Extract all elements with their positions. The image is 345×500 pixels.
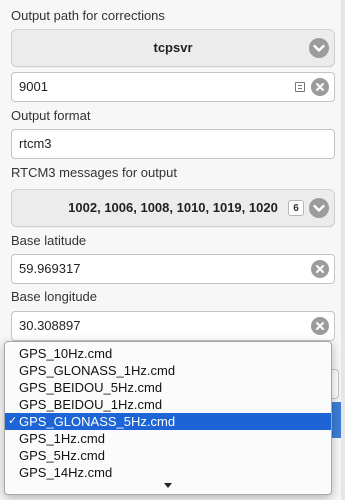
option-label: GPS_BEIDOU_1Hz.cmd: [19, 397, 163, 412]
chevron-down-icon: [309, 38, 329, 58]
clear-icon[interactable]: [311, 317, 329, 335]
scroll-down-arrow-icon[interactable]: [164, 483, 172, 488]
list-icon[interactable]: [295, 82, 305, 92]
rtcm3-messages-label: RTCM3 messages for output: [11, 165, 177, 180]
option-label: GPS_GLONASS_1Hz.cmd: [19, 363, 176, 378]
output-format-label: Output format: [11, 108, 91, 123]
rtcm3-messages-value: 1002, 1006, 1008, 1010, 1019, 1020: [68, 200, 278, 215]
dropdown-option[interactable]: GPS_5Hz.cmd: [5, 447, 331, 464]
option-label: GPS_BEIDOU_5Hz.cmd: [19, 380, 163, 395]
option-label: GPS_5Hz.cmd: [19, 448, 105, 463]
dropdown-option[interactable]: GPS_1Hz.cmd: [5, 430, 331, 447]
output-path-value: tcpsvr: [153, 40, 193, 55]
chevron-down-icon: [309, 198, 329, 218]
base-longitude-field[interactable]: 30.308897: [11, 311, 335, 341]
base-latitude-field[interactable]: 59.969317: [11, 254, 335, 284]
dropdown-option[interactable]: GPS_BEIDOU_1Hz.cmd: [5, 396, 331, 413]
option-label: GPS_10Hz.cmd: [19, 346, 113, 361]
option-label: GPS_14Hz.cmd: [19, 465, 113, 480]
rtcm3-messages-select[interactable]: 1002, 1006, 1008, 1010, 1019, 1020 6: [11, 189, 335, 227]
port-value: 9001: [19, 79, 48, 94]
output-format-field[interactable]: rtcm3: [11, 129, 335, 159]
clear-icon[interactable]: [311, 78, 329, 96]
base-latitude-label: Base latitude: [11, 233, 87, 248]
port-field[interactable]: 9001: [11, 72, 335, 102]
base-longitude-label: Base longitude: [11, 289, 98, 304]
clear-icon[interactable]: [311, 260, 329, 278]
dropdown-option[interactable]: GPS_BEIDOU_5Hz.cmd: [5, 379, 331, 396]
selected-count-badge: 6: [288, 200, 304, 216]
dropdown-option[interactable]: GPS_14Hz.cmd: [5, 464, 331, 481]
base-longitude-value: 30.308897: [19, 318, 81, 333]
output-path-select[interactable]: tcpsvr: [11, 29, 335, 67]
dropdown-option[interactable]: GPS_GLONASS_1Hz.cmd: [5, 362, 331, 379]
dropdown-option-selected[interactable]: ✓ GPS_GLONASS_5Hz.cmd: [5, 413, 331, 430]
page-scrollbar[interactable]: [341, 0, 345, 500]
output-path-label: Output path for corrections: [11, 8, 165, 23]
option-label: GPS_1Hz.cmd: [19, 431, 105, 446]
output-format-value: rtcm3: [19, 136, 52, 151]
config-file-dropdown[interactable]: GPS_10Hz.cmd GPS_GLONASS_1Hz.cmd GPS_BEI…: [4, 341, 332, 495]
option-label: GPS_GLONASS_5Hz.cmd: [19, 414, 176, 429]
base-latitude-value: 59.969317: [19, 261, 81, 276]
dropdown-option[interactable]: GPS_10Hz.cmd: [5, 345, 331, 362]
checkmark-icon: ✓: [8, 415, 18, 427]
